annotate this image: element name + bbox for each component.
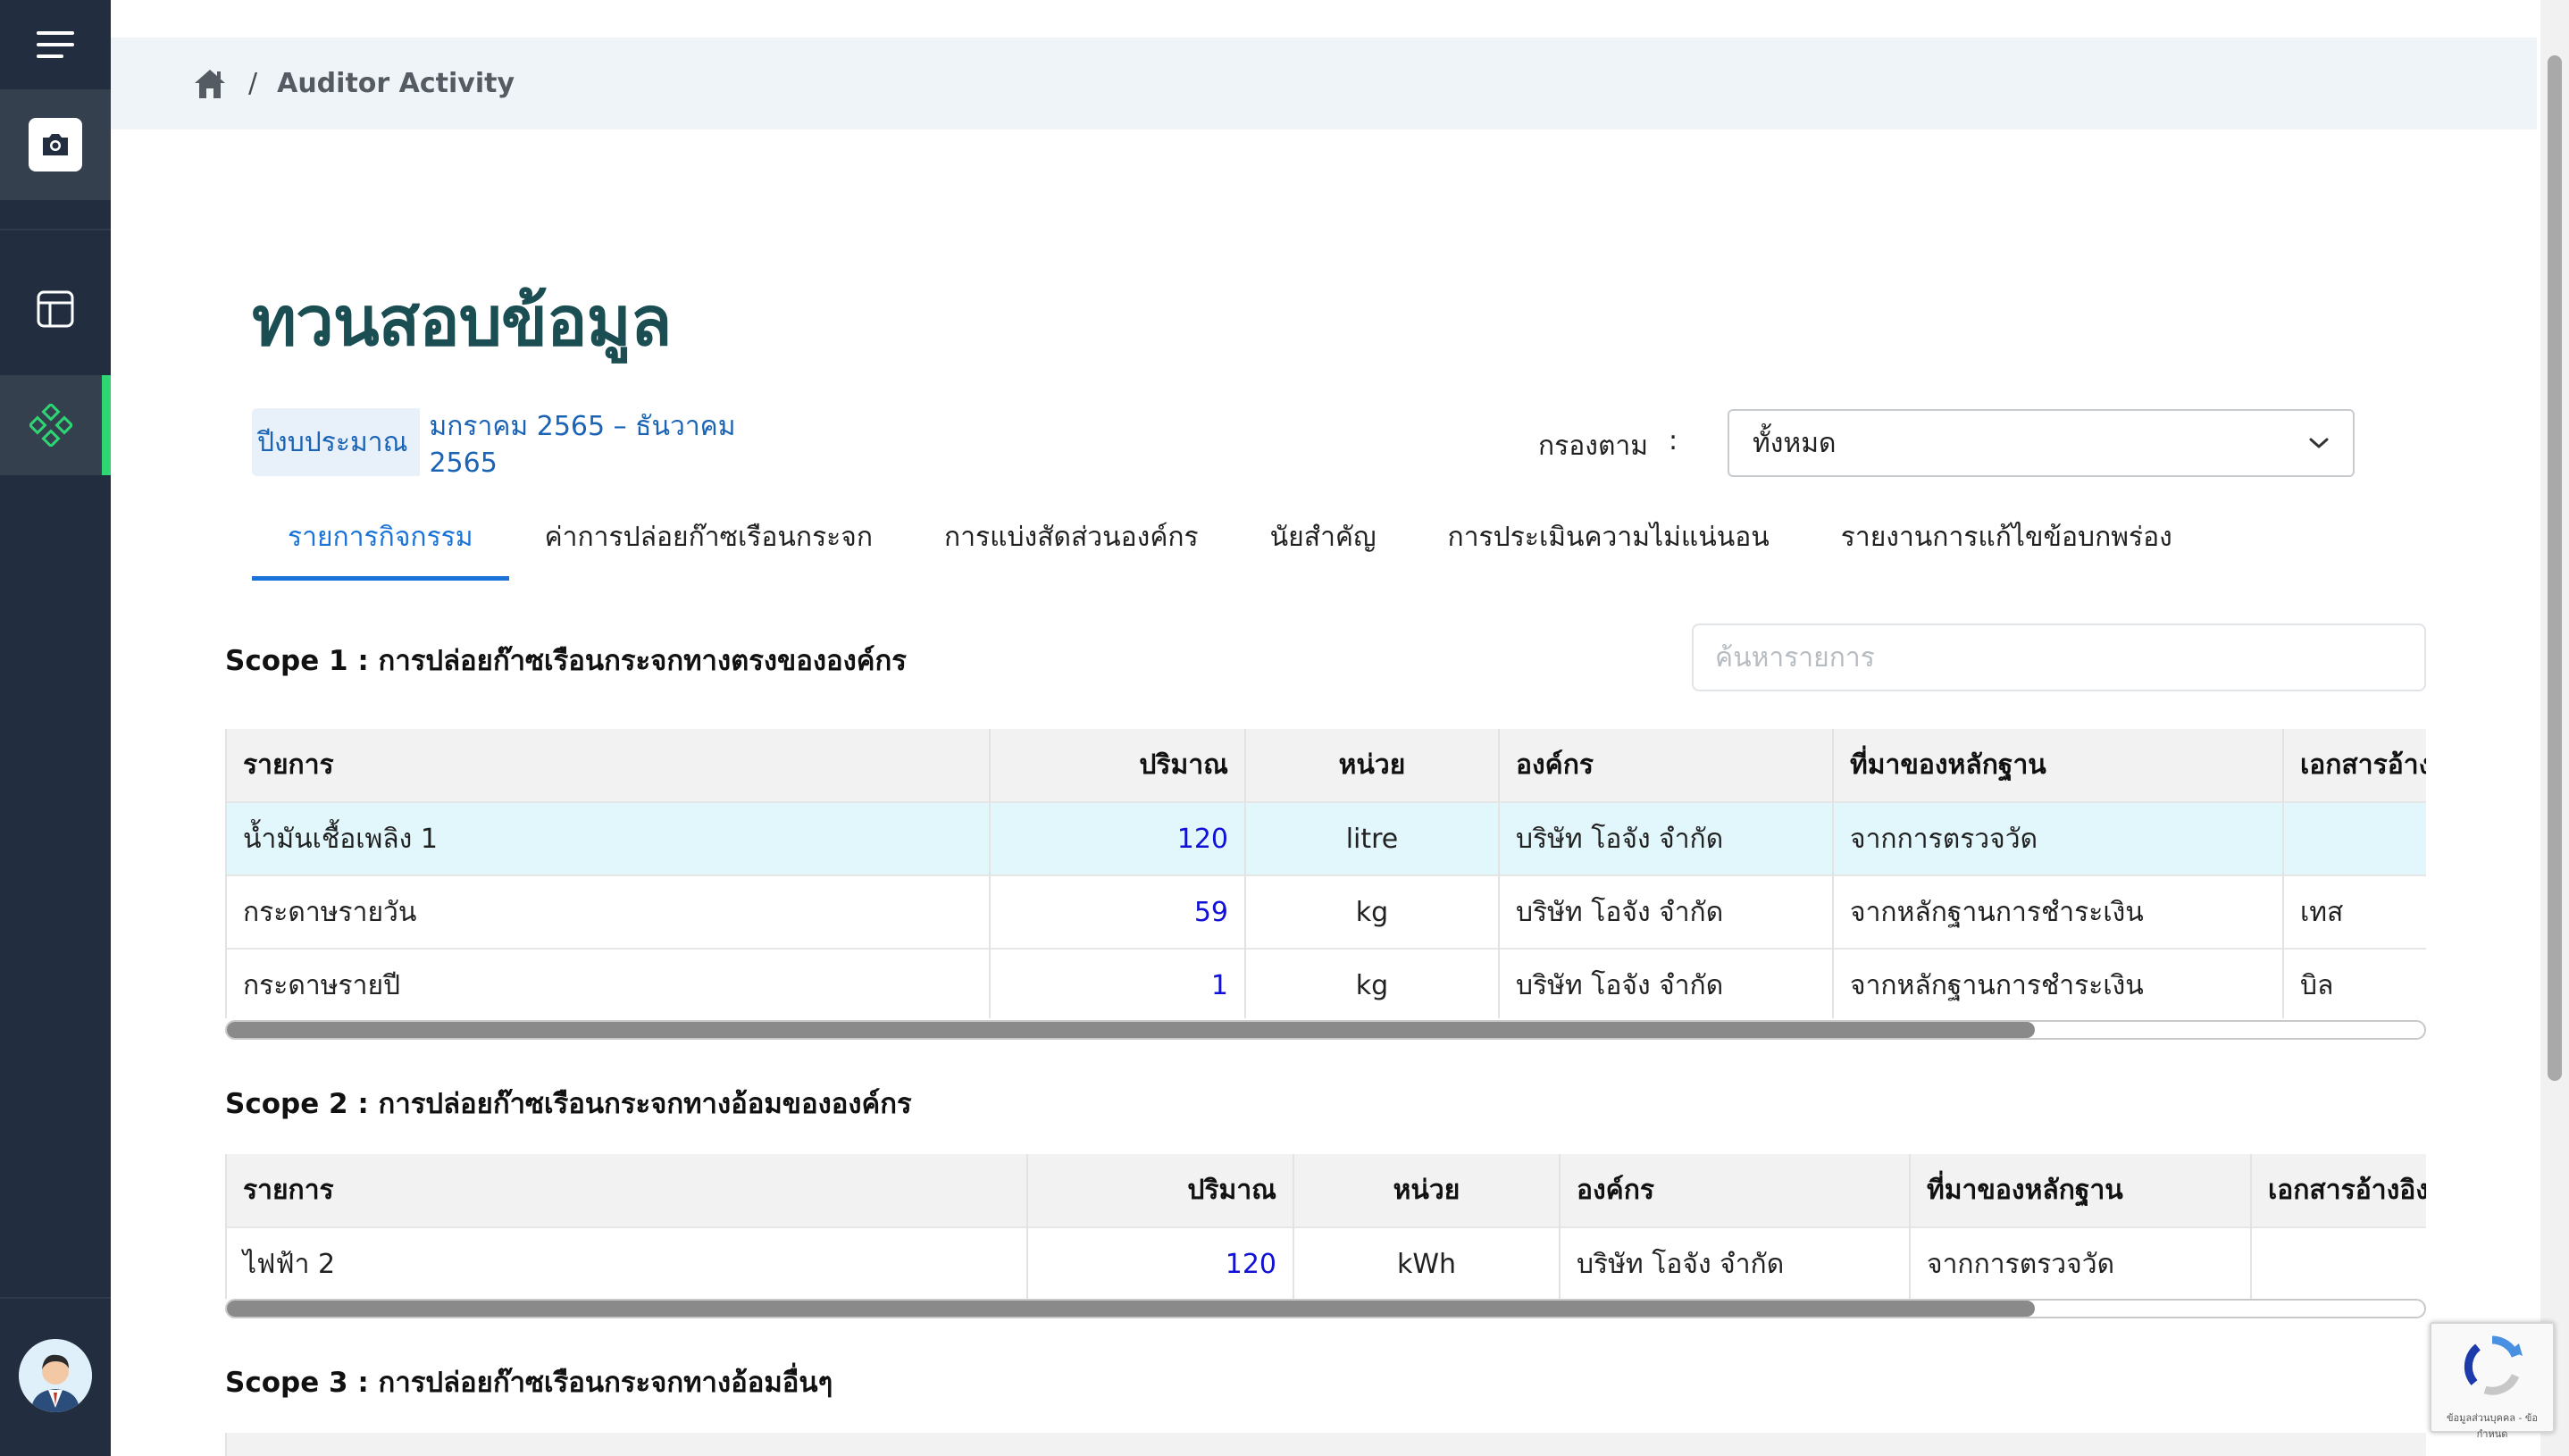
cell-quantity-link[interactable]: 1 [990, 948, 1246, 1018]
col-header-organization: องค์กร [1499, 729, 1834, 802]
filter-colon: : [1669, 425, 1678, 456]
scope2-table: รายการ ปริมาณ หน่วย องค์กร ที่มาของหลักฐ… [225, 1154, 2426, 1299]
page-vertical-scrollbar[interactable] [2540, 0, 2569, 1456]
col-header-quantity: ปริมาณ [1027, 1154, 1294, 1227]
cell-organization: บริษัท โอจัง จำกัด [1560, 1226, 1911, 1299]
user-avatar-button[interactable] [0, 1336, 111, 1415]
search-input[interactable] [1692, 623, 2426, 691]
table-row[interactable]: กระดาษรายวัน 59 kg บริษัท โอจัง จำกัด จา… [227, 874, 2426, 949]
cell-item: ไฟฟ้า 2 [227, 1226, 1028, 1299]
sidebar-item-layout[interactable] [0, 268, 111, 350]
recaptcha-icon [2464, 1335, 2523, 1395]
cell-quantity-link[interactable]: 120 [990, 801, 1246, 875]
scope1-horizontal-scrollbar[interactable] [225, 1020, 2426, 1040]
recaptcha-badge[interactable]: ข้อมูลส่วนบุคคล - ข้อกำหนด [2430, 1322, 2555, 1440]
layout-icon [37, 290, 74, 328]
cell-evidence-source: จากหลักฐานการชำระเงิน [1833, 948, 2284, 1018]
sidebar-item-audit[interactable] [0, 375, 111, 475]
sidebar-divider-bottom [0, 1297, 111, 1299]
breadcrumb: / Auditor Activity [111, 38, 2537, 130]
scope2-horizontal-scrollbar[interactable] [225, 1299, 2426, 1318]
col-header-reference-doc: เอกสารอ้างอิง [2283, 729, 2426, 802]
scope2-title: Scope 2 : การปล่อยก๊าซเรือนกระจกทางอ้อมข… [225, 1088, 912, 1120]
cell-evidence-source: จากการตรวจวัด [1910, 1226, 2252, 1299]
tab-correction-report[interactable]: รายงานการแก้ไขข้อบกพร่อง [1805, 504, 2208, 581]
cell-reference-doc: บิล [2283, 948, 2426, 1018]
filter-selected-value: ทั้งหมด [1753, 427, 1837, 459]
scope1-title: Scope 1 : การปล่อยก๊าซเรือนกระจกทางตรงขอ… [225, 645, 907, 677]
cell-reference-doc [2283, 801, 2426, 875]
sidebar-divider [0, 229, 111, 230]
cell-quantity-link[interactable]: 59 [990, 874, 1246, 949]
cell-unit: kWh [1293, 1226, 1561, 1299]
cell-unit: litre [1245, 801, 1500, 875]
scrollbar-thumb[interactable] [227, 1301, 2035, 1317]
filter-select[interactable]: ทั้งหมด [1728, 409, 2355, 477]
home-icon[interactable] [193, 67, 229, 101]
breadcrumb-separator: / [248, 68, 258, 99]
cell-reference-doc: เทส [2283, 874, 2426, 949]
tab-org-allocation[interactable]: การแบ่งสัดส่วนองค์กร [908, 504, 1234, 581]
table-row[interactable]: กระดาษรายปี 1 kg บริษัท โอจัง จำกัด จากห… [227, 948, 2426, 1018]
sidebar-item-camera[interactable] [0, 89, 111, 200]
scope3-table-header [225, 1433, 2426, 1456]
cell-evidence-source: จากการตรวจวัด [1833, 801, 2284, 875]
col-header-evidence-source: ที่มาของหลักฐาน [1910, 1154, 2252, 1227]
cell-organization: บริษัท โอจัง จำกัด [1499, 948, 1834, 1018]
sidebar [0, 0, 111, 1456]
table-header-row: รายการ ปริมาณ หน่วย องค์กร ที่มาของหลักฐ… [227, 1154, 2426, 1227]
table-header-row: รายการ ปริมาณ หน่วย องค์กร ที่มาของหลักฐ… [227, 729, 2426, 802]
filter-label: กรองตาม [1538, 431, 1649, 462]
tab-uncertainty[interactable]: การประเมินความไม่แน่นอน [1412, 504, 1805, 581]
col-header-item: รายการ [227, 729, 991, 802]
col-header-reference-doc: เอกสารอ้างอิง [2251, 1154, 2426, 1227]
menu-button[interactable] [0, 0, 111, 89]
page-title: ทวนสอบข้อมูล [252, 281, 672, 361]
cell-organization: บริษัท โอจัง จำกัด [1499, 801, 1834, 875]
camera-icon [29, 118, 82, 172]
table-row[interactable]: น้ำมันเชื้อเพลิง 1 120 litre บริษัท โอจั… [227, 801, 2426, 875]
cell-unit: kg [1245, 948, 1500, 1018]
budget-year-value: มกราคม 2565 – ธันวาคม 2565 [420, 398, 790, 486]
tab-significance[interactable]: นัยสำคัญ [1234, 504, 1412, 581]
budget-year-badge: ปีงบประมาณ มกราคม 2565 – ธันวาคม 2565 [252, 398, 790, 486]
col-header-organization: องค์กร [1560, 1154, 1911, 1227]
col-header-unit: หน่วย [1245, 729, 1500, 802]
cell-evidence-source: จากหลักฐานการชำระเงิน [1833, 874, 2284, 949]
col-header-evidence-source: ที่มาของหลักฐาน [1833, 729, 2284, 802]
table-row[interactable]: ไฟฟ้า 2 120 kWh บริษัท โอจัง จำกัด จากกา… [227, 1226, 2426, 1299]
cell-item: น้ำมันเชื้อเพลิง 1 [227, 801, 991, 875]
breadcrumb-current: Auditor Activity [277, 68, 515, 99]
tab-emission-factors[interactable]: ค่าการปล่อยก๊าซเรือนกระจก [509, 504, 908, 581]
scope1-table: รายการ ปริมาณ หน่วย องค์กร ที่มาของหลักฐ… [225, 729, 2426, 1018]
chevron-down-icon [2309, 438, 2329, 448]
budget-year-label: ปีงบประมาณ [257, 426, 408, 458]
diamond-grid-icon [29, 404, 72, 447]
scrollbar-thumb[interactable] [227, 1022, 2035, 1038]
page-scrollbar-thumb[interactable] [2548, 55, 2562, 1081]
cell-item: กระดาษรายปี [227, 948, 991, 1018]
cell-quantity-link[interactable]: 120 [1027, 1226, 1294, 1299]
cell-unit: kg [1245, 874, 1500, 949]
scope3-title: Scope 3 : การปล่อยก๊าซเรือนกระจกทางอ้อมอ… [225, 1367, 833, 1399]
cell-reference-doc [2251, 1226, 2426, 1299]
tab-activity-list[interactable]: รายการกิจกรรม [252, 504, 509, 581]
menu-icon [37, 31, 74, 58]
cell-organization: บริษัท โอจัง จำกัด [1499, 874, 1834, 949]
col-header-unit: หน่วย [1293, 1154, 1561, 1227]
tab-bar: รายการกิจกรรม ค่าการปล่อยก๊าซเรือนกระจก … [252, 504, 2208, 581]
avatar [19, 1339, 92, 1412]
col-header-quantity: ปริมาณ [990, 729, 1246, 802]
cell-item: กระดาษรายวัน [227, 874, 991, 949]
recaptcha-text: ข้อมูลส่วนบุคคล - ข้อกำหนด [2446, 1412, 2539, 1440]
col-header-item: รายการ [227, 1154, 1028, 1227]
